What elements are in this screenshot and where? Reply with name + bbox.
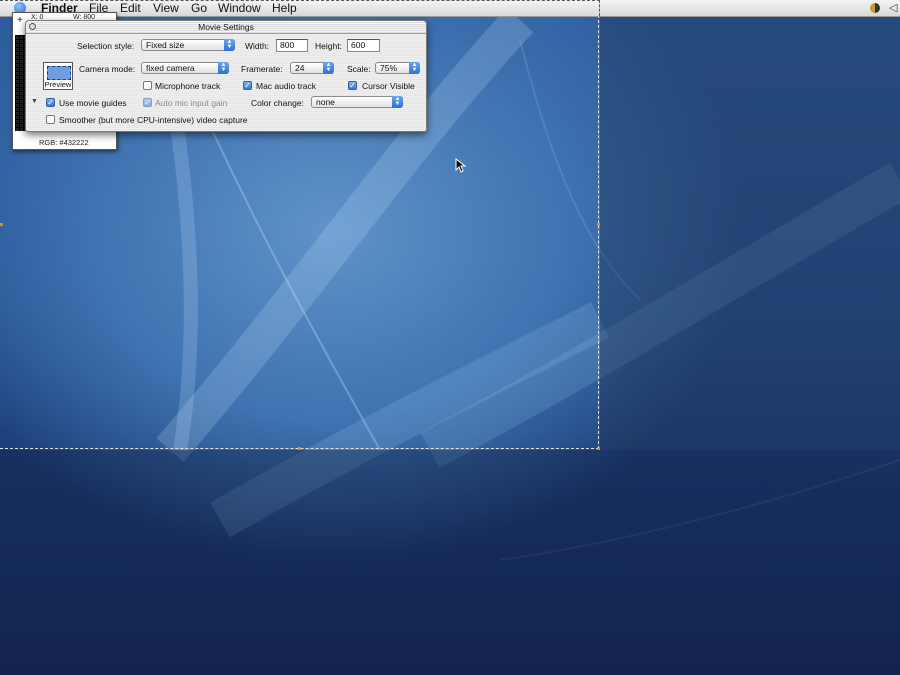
height-label: Height: bbox=[315, 41, 342, 51]
window-content: Selection style: Fixed size ▲ ▼ Width: 80… bbox=[26, 34, 426, 131]
color-change-label: Color change: bbox=[251, 98, 304, 108]
width-label: Width: bbox=[245, 41, 270, 51]
cursor-visible-label: Cursor Visible bbox=[362, 81, 415, 91]
framerate-value: 24 bbox=[295, 63, 305, 73]
framerate-label: Framerate: bbox=[241, 64, 283, 74]
width-field[interactable]: 800 bbox=[276, 39, 308, 52]
popup-arrows-icon: ▲ ▼ bbox=[392, 96, 403, 108]
selection-style-label: Selection style: bbox=[77, 41, 135, 51]
camera-mode-label: Camera mode: bbox=[79, 64, 136, 74]
auto-mic-gain-label: Auto mic input gain bbox=[155, 98, 228, 108]
rgb-readout: RGB: #432222 bbox=[39, 138, 89, 147]
window-title: Movie Settings bbox=[198, 22, 254, 32]
popup-arrows-icon: ▲ ▼ bbox=[323, 62, 334, 74]
selection-handle-corner[interactable] bbox=[597, 447, 600, 450]
selection-handle-right[interactable] bbox=[597, 223, 600, 226]
preview-button[interactable]: Preview bbox=[43, 62, 73, 90]
microphone-track-label: Microphone track bbox=[155, 81, 221, 91]
preview-thumbnail bbox=[47, 66, 71, 80]
arrow-cursor-icon bbox=[455, 158, 467, 173]
outside-selection-overlay-bottom bbox=[0, 450, 900, 675]
preview-label: Preview bbox=[44, 80, 72, 89]
disclosure-triangle-icon[interactable]: ▼ bbox=[31, 98, 38, 105]
cursor-visible-checkbox[interactable]: ✓ bbox=[348, 81, 357, 90]
popup-arrows-icon: ▲ ▼ bbox=[218, 62, 229, 74]
scale-popup[interactable]: 75% ▲ ▼ bbox=[375, 62, 420, 74]
camera-mode-popup[interactable]: fixed camera ▲ ▼ bbox=[141, 62, 229, 74]
mac-audio-track-label: Mac audio track bbox=[256, 81, 316, 91]
smoother-capture-label: Smoother (but more CPU-intensive) video … bbox=[59, 115, 248, 125]
menu-bar: Finder File Edit View Go Window Help ◁ bbox=[0, 0, 900, 17]
selection-style-value: Fixed size bbox=[146, 40, 185, 50]
selection-style-popup[interactable]: Fixed size ▲ ▼ bbox=[141, 39, 235, 51]
color-change-value: none bbox=[316, 97, 335, 107]
microphone-track-checkbox[interactable] bbox=[143, 81, 152, 90]
selection-handle-left[interactable] bbox=[0, 223, 3, 226]
mac-audio-track-checkbox[interactable]: ✓ bbox=[243, 81, 252, 90]
popup-arrows-icon: ▲ ▼ bbox=[224, 39, 235, 51]
use-movie-guides-checkbox[interactable]: ✓ bbox=[46, 98, 55, 107]
outside-selection-overlay-right bbox=[600, 0, 900, 450]
movie-settings-window: Movie Settings Selection style: Fixed si… bbox=[25, 20, 427, 132]
window-titlebar[interactable]: Movie Settings bbox=[26, 21, 426, 34]
camera-mode-value: fixed camera bbox=[146, 63, 195, 73]
auto-mic-gain-checkbox: ✓ bbox=[143, 98, 152, 107]
use-movie-guides-label: Use movie guides bbox=[59, 98, 127, 108]
popup-arrows-icon: ▲ ▼ bbox=[409, 62, 420, 74]
smoother-capture-checkbox[interactable] bbox=[46, 115, 55, 124]
crosshair-icon: + bbox=[17, 15, 23, 26]
color-change-popup[interactable]: none ▲ ▼ bbox=[311, 96, 403, 108]
framerate-popup[interactable]: 24 ▲ ▼ bbox=[290, 62, 334, 74]
menu-extra-status-icon[interactable] bbox=[870, 3, 880, 13]
height-field[interactable]: 600 bbox=[347, 39, 380, 52]
selection-handle-bottom[interactable] bbox=[298, 447, 301, 450]
scale-label: Scale: bbox=[347, 64, 371, 74]
corner-arrow-icon: ◁ bbox=[889, 2, 898, 14]
scale-value: 75% bbox=[380, 63, 398, 73]
